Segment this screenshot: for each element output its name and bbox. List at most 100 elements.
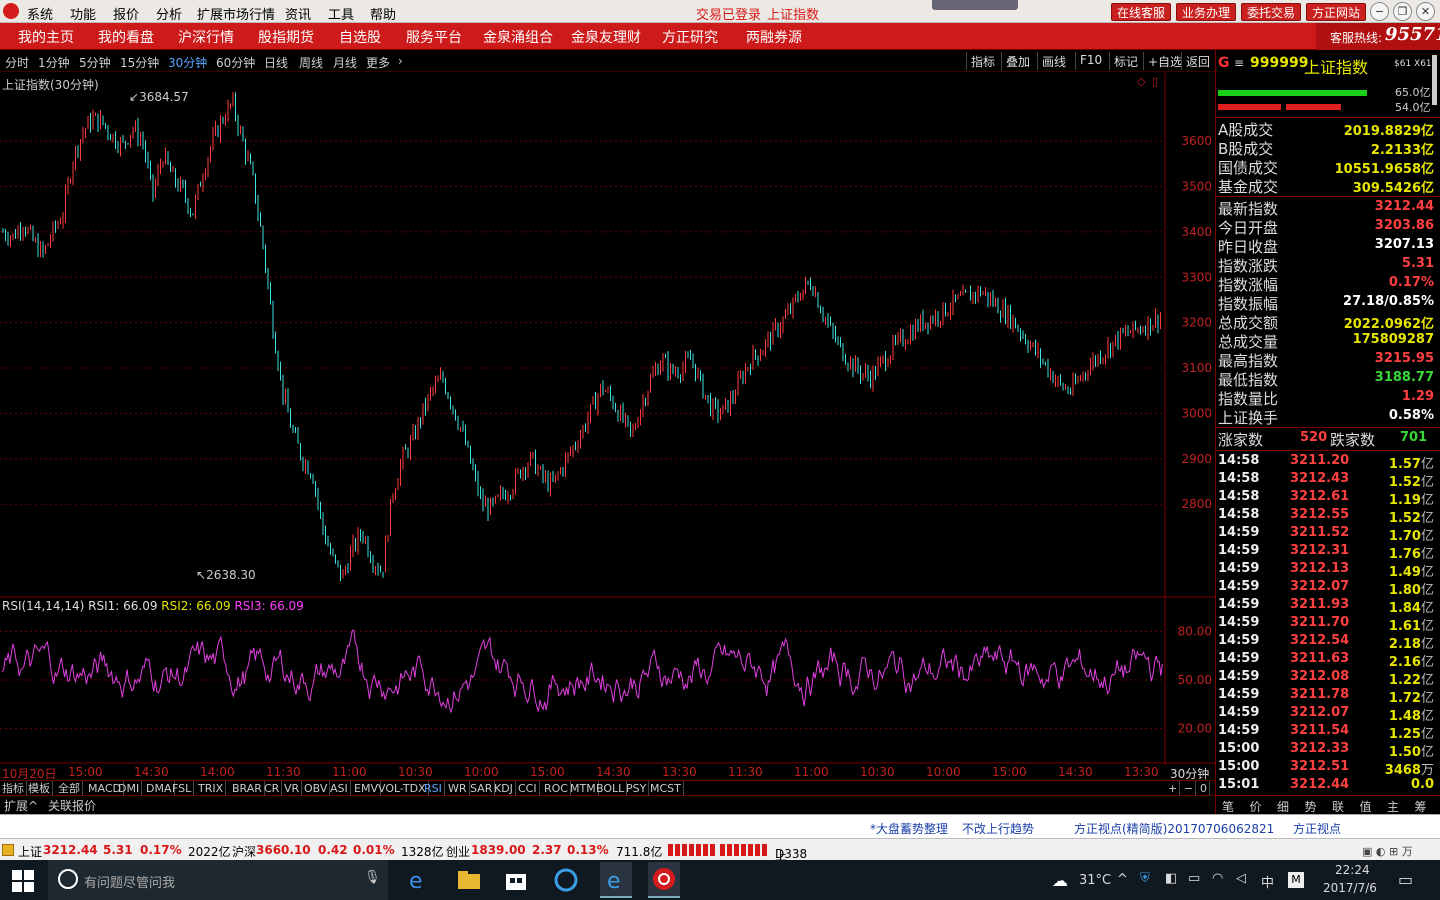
indicator-tab[interactable]: CCI bbox=[516, 781, 540, 796]
shield-icon[interactable]: ⛨ bbox=[1140, 871, 1150, 886]
indicator-tab-control[interactable]: + bbox=[1166, 781, 1181, 796]
window-handle[interactable] bbox=[932, 0, 1018, 10]
indicator-tab[interactable]: ASI bbox=[328, 781, 351, 796]
panel-tab[interactable]: 势 bbox=[1305, 798, 1317, 815]
period-month[interactable]: 月线 bbox=[333, 54, 357, 71]
indicator-tab[interactable]: RSI bbox=[422, 781, 445, 796]
volume-icon[interactable]: ◁ bbox=[1236, 871, 1246, 886]
price-chart[interactable]: 3600 3500 3400 3300 3200 3100 3000 2900 2800 80.0… bbox=[0, 73, 1215, 765]
tray-app-icon[interactable]: ◧ bbox=[1165, 871, 1177, 886]
nav-home[interactable]: 我的主页 bbox=[18, 27, 74, 47]
panel-tab[interactable]: 价 bbox=[1250, 798, 1262, 815]
indicator-tab[interactable]: CR bbox=[262, 781, 283, 796]
indicator-tab[interactable]: DMI bbox=[116, 781, 143, 796]
microphone-icon[interactable]: 🎙 bbox=[364, 870, 381, 885]
minimize-icon[interactable]: − bbox=[1370, 2, 1389, 21]
period-1min[interactable]: 1分钟 bbox=[38, 54, 70, 71]
period-timeshare[interactable]: 分时 bbox=[5, 54, 29, 71]
expand-button[interactable]: 扩展^ bbox=[4, 797, 38, 814]
diamond-icon[interactable]: ◇ bbox=[1137, 75, 1145, 88]
tool-back[interactable]: 返回 bbox=[1181, 52, 1214, 70]
chevron-right-icon[interactable]: › bbox=[398, 54, 403, 68]
nav-research[interactable]: 方正研究 bbox=[662, 27, 718, 47]
menu-quote[interactable]: 报价 bbox=[113, 4, 139, 23]
tool-mark[interactable]: 标记 bbox=[1109, 52, 1142, 70]
file-explorer-icon[interactable] bbox=[455, 866, 483, 894]
scrollbar[interactable] bbox=[1432, 55, 1437, 105]
menu-help[interactable]: 帮助 bbox=[370, 4, 396, 23]
period-more[interactable]: 更多 bbox=[366, 54, 390, 71]
tool-add-watch[interactable]: +自选 bbox=[1143, 52, 1186, 70]
indicator-tab[interactable]: OBV bbox=[302, 781, 331, 796]
menu-function[interactable]: 功能 bbox=[70, 4, 96, 23]
indicator-tab[interactable]: 全部 bbox=[56, 781, 83, 796]
battery-icon[interactable]: ▭ bbox=[1188, 871, 1200, 886]
indicator-tab[interactable]: MCST bbox=[648, 781, 684, 796]
trade-button[interactable]: 委托交易 bbox=[1241, 3, 1302, 21]
restore-icon[interactable]: ❐ bbox=[1393, 2, 1412, 21]
tool-indicator[interactable]: 指标 bbox=[966, 52, 999, 70]
panel-tab[interactable]: 笔 bbox=[1222, 798, 1234, 815]
indicator-tab[interactable]: VOL-TDX bbox=[376, 781, 429, 796]
nav-portfolio[interactable]: 金泉涌组合 bbox=[483, 27, 553, 47]
news-item[interactable]: *大盘蓄势整理 bbox=[870, 820, 948, 837]
tool-overlay[interactable]: 叠加 bbox=[1001, 52, 1034, 70]
panel-tab[interactable]: 主 bbox=[1387, 798, 1399, 815]
menu-system[interactable]: 系统 bbox=[27, 4, 53, 23]
news-item[interactable]: 不改上行趋势 bbox=[962, 820, 1034, 837]
tray-icons[interactable]: ▣ ◐ ⊞ 万 bbox=[1362, 843, 1413, 859]
windows-start-icon[interactable] bbox=[12, 870, 34, 892]
indicator-tab[interactable]: TRIX bbox=[196, 781, 227, 796]
sh-label[interactable]: 上证 bbox=[18, 843, 42, 860]
founder-app-icon[interactable] bbox=[648, 862, 680, 898]
panel-tab[interactable]: 值 bbox=[1360, 798, 1372, 815]
nav-watch[interactable]: 我的看盘 bbox=[98, 27, 154, 47]
store-icon[interactable] bbox=[502, 866, 530, 894]
indicator-tab[interactable]: FSL bbox=[170, 781, 195, 796]
cy-label[interactable]: 创业 bbox=[446, 843, 470, 860]
panel-tab[interactable]: 联 bbox=[1332, 798, 1344, 815]
tool-draw[interactable]: 画线 bbox=[1037, 52, 1070, 70]
indicator-tab[interactable]: ROC bbox=[542, 781, 571, 796]
panel-tab[interactable]: 细 bbox=[1277, 798, 1289, 815]
edge-icon[interactable]: e bbox=[405, 866, 433, 894]
indicator-tab[interactable]: VR bbox=[282, 781, 303, 796]
nav-margin[interactable]: 两融券源 bbox=[746, 27, 802, 47]
clock-date[interactable]: 2017/7/6 bbox=[1323, 881, 1377, 895]
period-week[interactable]: 周线 bbox=[299, 54, 323, 71]
indicator-tab-control[interactable]: − bbox=[1182, 781, 1197, 796]
indicator-tab-control[interactable]: 0 bbox=[1198, 781, 1210, 796]
sz-label[interactable]: 沪深 bbox=[232, 843, 256, 860]
close-icon[interactable]: ✕ bbox=[1416, 2, 1435, 21]
menu-analysis[interactable]: 分析 bbox=[156, 4, 182, 23]
nav-market[interactable]: 沪深行情 bbox=[178, 27, 234, 47]
ie-active-icon[interactable]: e bbox=[600, 862, 632, 898]
menu-info[interactable]: 资讯 bbox=[285, 4, 311, 23]
indicator-tab[interactable]: KDJ bbox=[492, 781, 516, 796]
ime-indicator[interactable]: 中 bbox=[1261, 872, 1274, 891]
period-30min[interactable]: 30分钟 bbox=[168, 54, 207, 71]
indicator-tab[interactable]: BOLL bbox=[594, 781, 628, 796]
menu-icon[interactable]: ≡ bbox=[1234, 56, 1244, 70]
chevron-up-icon[interactable]: ^ bbox=[1117, 872, 1128, 887]
indicator-tab[interactable]: 模板 bbox=[26, 781, 53, 796]
panel-tab[interactable]: 筹 bbox=[1415, 798, 1427, 815]
period-day[interactable]: 日线 bbox=[264, 54, 288, 71]
period-15min[interactable]: 15分钟 bbox=[120, 54, 159, 71]
menu-extended-market[interactable]: 扩展市场行情 bbox=[197, 4, 275, 23]
clock-time[interactable]: 22:24 bbox=[1335, 863, 1370, 877]
notification-icon[interactable]: ▭ bbox=[1398, 870, 1413, 889]
related-quote-button[interactable]: 关联报价 bbox=[48, 797, 96, 814]
indicator-tab[interactable]: PSY bbox=[624, 781, 650, 796]
ie-icon[interactable] bbox=[552, 866, 580, 894]
indicator-tab[interactable]: BRAR bbox=[230, 781, 265, 796]
period-60min[interactable]: 60分钟 bbox=[216, 54, 255, 71]
ime-mode-icon[interactable]: M bbox=[1288, 872, 1304, 888]
website-button[interactable]: 方正网站 bbox=[1306, 3, 1367, 21]
business-button[interactable]: 业务办理 bbox=[1176, 3, 1237, 21]
wifi-icon[interactable]: ◠ bbox=[1212, 871, 1223, 886]
period-5min[interactable]: 5分钟 bbox=[79, 54, 111, 71]
nav-futures[interactable]: 股指期货 bbox=[258, 27, 314, 47]
news-item[interactable]: 方正视点(精简版)20170706062821 bbox=[1074, 820, 1274, 837]
nav-watchlist[interactable]: 自选股 bbox=[339, 27, 381, 47]
